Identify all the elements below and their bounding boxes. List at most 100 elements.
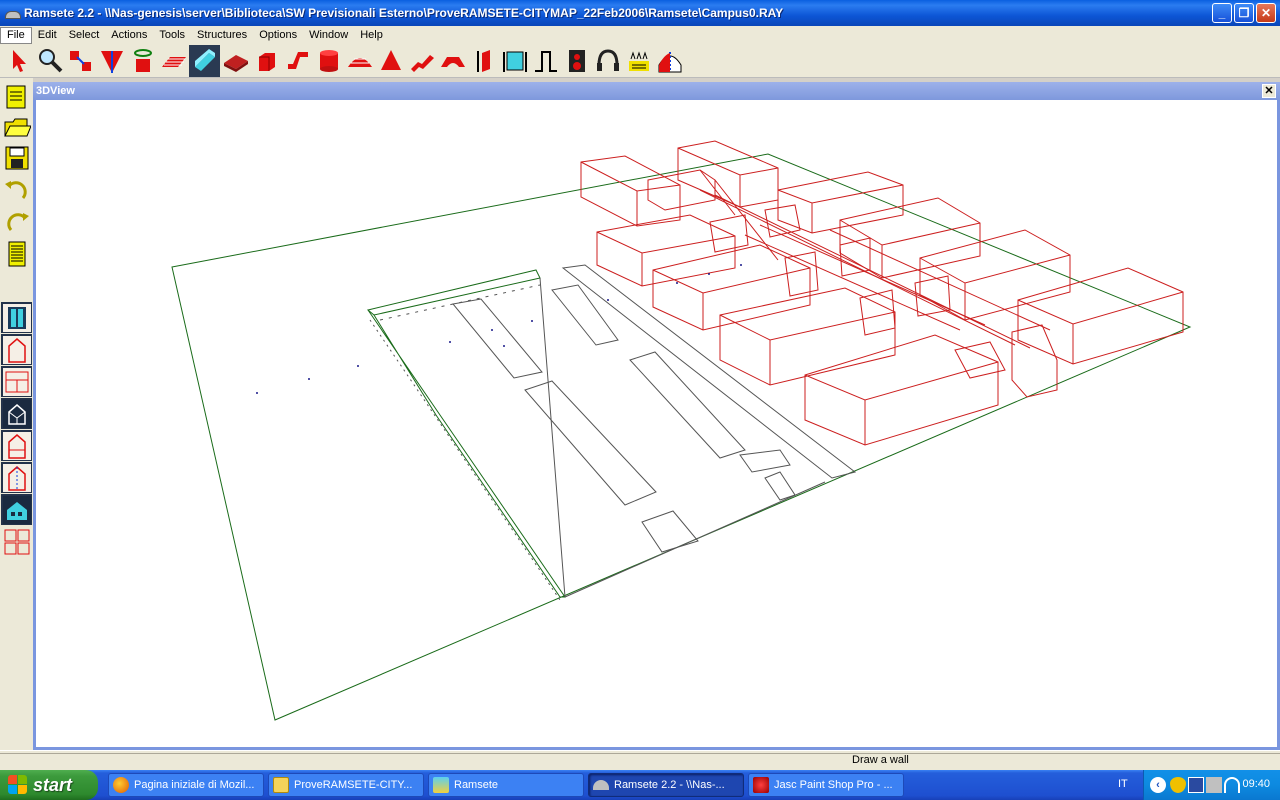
corridor (699, 189, 1031, 349)
menu-window[interactable]: Window (303, 26, 354, 44)
taskbar-item-paintshop[interactable]: Jasc Paint Shop Pro - ... (748, 773, 904, 797)
building (804, 334, 999, 446)
block-tool-icon[interactable] (251, 45, 282, 77)
menu-file[interactable]: File (0, 26, 32, 44)
save-icon[interactable] (1, 142, 32, 173)
building (580, 155, 681, 227)
status-bar: Draw a wall (0, 750, 1280, 770)
building (1017, 267, 1184, 365)
undo-icon[interactable] (1, 174, 32, 205)
status-separator (0, 753, 1280, 769)
plan-view-icon[interactable] (1, 302, 32, 333)
folder-icon (273, 777, 289, 793)
paintshop-icon (753, 777, 769, 793)
taskbar-item-label: Pagina iniziale di Mozil... (134, 779, 255, 791)
step-tool-icon[interactable] (530, 45, 561, 77)
taskbar-item-folder[interactable]: ProveRAMSETE-CITY... (268, 773, 424, 797)
network-icon[interactable] (1188, 777, 1204, 793)
rotate-tool-icon[interactable] (127, 45, 158, 77)
dome-tool-icon[interactable] (344, 45, 375, 77)
bend-tool-icon[interactable] (282, 45, 313, 77)
wall-tool-icon[interactable] (96, 45, 127, 77)
taskbar-item-firefox[interactable]: Pagina iniziale di Mozil... (108, 773, 264, 797)
menu-select[interactable]: Select (63, 26, 106, 44)
window-controls: _ ❐ ✕ (1212, 3, 1276, 23)
3d-view-close-button[interactable]: ✕ (1262, 84, 1276, 98)
menu-bar: File Edit Select Actions Tools Structure… (0, 26, 1280, 44)
people-tool-icon[interactable] (623, 45, 654, 77)
connector (859, 289, 896, 336)
road-strip (764, 471, 796, 501)
ramp-tool-icon[interactable] (406, 45, 437, 77)
3d-viewport[interactable] (36, 100, 1277, 747)
dotted-line (379, 284, 541, 321)
barrier-tool-icon[interactable] (654, 45, 685, 77)
dotted-line (369, 319, 561, 601)
3d-view-title: 3DView (33, 82, 1280, 100)
render-view-icon[interactable] (1, 494, 32, 525)
box-tool-icon[interactable] (189, 44, 220, 77)
3d-view-icon[interactable] (1, 398, 32, 429)
clock: 09:40 (1242, 778, 1270, 790)
window-tool-icon[interactable] (499, 45, 530, 77)
cylinder-tool-icon[interactable] (313, 45, 344, 77)
slab-tool-icon[interactable] (220, 45, 251, 77)
hardware-icon[interactable] (1206, 777, 1222, 793)
window-title: Ramsete 2.2 - \\Nas-genesis\server\Bibli… (24, 6, 784, 20)
expand-tray-icon[interactable]: ‹ (1150, 777, 1166, 793)
restore-button[interactable]: ❐ (1234, 3, 1254, 23)
parking-lot (641, 510, 699, 553)
menu-help[interactable]: Help (354, 26, 389, 44)
minimize-button[interactable]: _ (1212, 3, 1232, 23)
start-button[interactable]: start (0, 770, 98, 800)
ramsete-app-icon (593, 780, 609, 790)
menu-actions[interactable]: Actions (105, 26, 153, 44)
connector (764, 204, 801, 238)
main-toolbar (0, 44, 1280, 78)
connector (1011, 324, 1058, 398)
menu-options[interactable]: Options (253, 26, 303, 44)
security-shield-icon[interactable] (1170, 777, 1186, 793)
menu-structures[interactable]: Structures (191, 26, 253, 44)
multi-view-icon[interactable] (1, 526, 32, 557)
taskbar-item-label: Ramsete (454, 779, 499, 791)
elevation-view-icon[interactable] (1, 462, 32, 493)
ramsete-app-icon[interactable] (4, 7, 21, 19)
pointer-tool-icon[interactable] (3, 45, 34, 77)
headphone-tool-icon[interactable] (592, 45, 623, 77)
building (719, 287, 896, 386)
windows-logo-icon (8, 775, 28, 795)
road-outline (539, 277, 826, 598)
speaker-tool-icon[interactable] (561, 45, 592, 77)
side-view-icon[interactable] (1, 366, 32, 397)
taskbar-item-label: ProveRAMSETE-CITY... (294, 779, 413, 791)
menu-edit[interactable]: Edit (32, 26, 63, 44)
taskbar: start Pagina iniziale di Mozil... ProveR… (0, 770, 1280, 800)
language-indicator[interactable]: IT (1118, 778, 1128, 790)
taskbar-item-label: Ramsete 2.2 - \\Nas-... (614, 779, 725, 791)
redo-icon[interactable] (1, 206, 32, 237)
taskbar-item-label: Jasc Paint Shop Pro - ... (774, 779, 893, 791)
taskbar-item-ramsete[interactable]: Ramsete (428, 773, 584, 797)
select-tool-icon[interactable] (65, 45, 96, 77)
section-view-icon[interactable] (1, 430, 32, 461)
site-edge-left (367, 309, 566, 598)
arch-tool-icon[interactable] (437, 45, 468, 77)
menu-tools[interactable]: Tools (153, 26, 191, 44)
parking-lot (452, 298, 543, 379)
parking-lot (524, 380, 657, 506)
plane-tool-icon[interactable] (158, 45, 189, 77)
new-file-icon[interactable] (1, 80, 32, 111)
site-edge (366, 269, 541, 316)
taskbar-item-ramsete-app[interactable]: Ramsete 2.2 - \\Nas-... (588, 773, 744, 797)
zoom-tool-icon[interactable] (34, 45, 65, 77)
front-view-icon[interactable] (1, 334, 32, 365)
road-strip (551, 284, 619, 346)
connector (839, 237, 871, 277)
notes-icon[interactable] (1, 238, 32, 269)
door-tool-icon[interactable] (468, 45, 499, 77)
cone-tool-icon[interactable] (375, 45, 406, 77)
wireless-icon[interactable] (1224, 777, 1240, 793)
close-button[interactable]: ✕ (1256, 3, 1276, 23)
open-folder-icon[interactable] (1, 110, 32, 141)
